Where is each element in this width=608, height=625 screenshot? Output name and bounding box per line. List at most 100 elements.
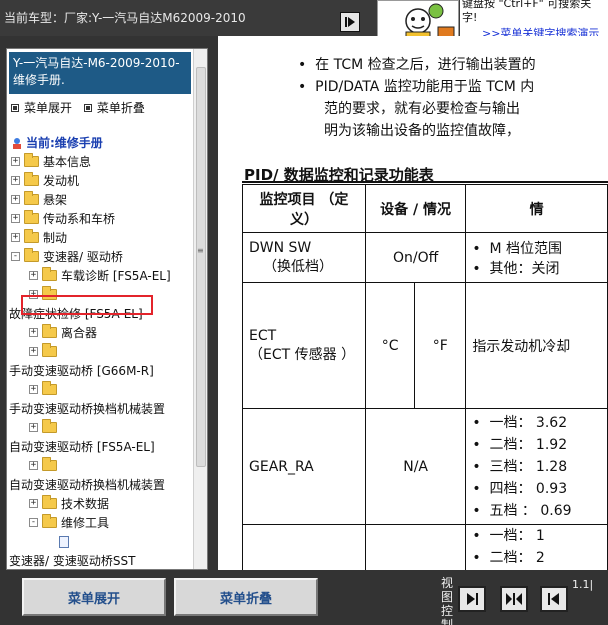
- bottom-bar: 菜单展开 菜单折叠 视图控制 1.1|: [0, 570, 608, 625]
- sidebar-scrollbar[interactable]: ≡: [193, 49, 207, 569]
- ect-definition: （ECT 传感器 ）: [249, 346, 356, 363]
- tree-current-node[interactable]: 当前:维修手册: [11, 133, 103, 152]
- collapse-minus-icon[interactable]: -: [29, 518, 38, 527]
- content-bullet: • PID/DATA 监控功能用于监 TCM 内: [298, 79, 535, 95]
- nav-forward-button[interactable]: [340, 12, 360, 32]
- version-label: 1.1|: [572, 578, 594, 591]
- tree-item[interactable]: - 维修工具: [29, 513, 109, 532]
- folder-icon: [24, 172, 39, 186]
- section-underline: [242, 181, 608, 183]
- view-split-button[interactable]: [500, 586, 528, 612]
- expand-menu-button[interactable]: 菜单展开: [22, 578, 166, 616]
- folder-icon: [42, 495, 57, 509]
- expand-plus-icon[interactable]: +: [29, 385, 38, 394]
- app-window: 当前车型：厂家:Y-一汽马自达M62009-2010 键盘按 "Ctrl+F" …: [0, 0, 608, 625]
- split-arrows-icon: [506, 593, 522, 605]
- row-last-item: [242, 524, 366, 570]
- expand-plus-icon[interactable]: +: [29, 271, 38, 280]
- tree-item[interactable]: +: [29, 456, 61, 475]
- folder-open-icon: [24, 248, 39, 262]
- tree-item-label: 变速器/ 变速驱动桥SST: [9, 554, 136, 568]
- expand-plus-icon[interactable]: +: [29, 328, 38, 337]
- tree-item-document[interactable]: [59, 532, 69, 551]
- tree-item[interactable]: + 悬架: [11, 190, 67, 209]
- gear-unit: N/A: [364, 408, 467, 525]
- arrow-right-bar-icon: [467, 593, 478, 605]
- ect-unit-c: °C: [364, 282, 416, 409]
- folder-icon: [24, 229, 39, 243]
- collapse-menu-button[interactable]: 菜单折叠: [174, 578, 318, 616]
- expand-plus-icon[interactable]: +: [29, 347, 38, 356]
- tree-item[interactable]: + 离合器: [29, 323, 97, 342]
- dwn-name: DWN SW: [249, 239, 312, 256]
- bullet-text: PID/DATA 监控功能用于监 TCM 内: [315, 79, 535, 95]
- dwn-unit: On/Off: [364, 232, 467, 283]
- tree-item-label: 车载诊断 [FS5A-EL]: [61, 269, 171, 283]
- tree-item[interactable]: 手动变速驱动桥 [G66M-R]: [9, 361, 154, 380]
- tree-item[interactable]: +: [29, 380, 61, 399]
- tree-item-label: 悬架: [43, 193, 68, 207]
- folder-icon: [42, 267, 57, 281]
- tree-item[interactable]: + 制动: [11, 228, 67, 247]
- tree-item[interactable]: + 发动机: [11, 171, 79, 190]
- tree-item-transmission[interactable]: - 变速器/ 驱动桥: [11, 247, 123, 266]
- view-left-button[interactable]: [540, 586, 568, 612]
- bullet-continuation: 范的要求，就有必要检查与输出: [324, 101, 520, 117]
- tree-item[interactable]: +: [29, 418, 61, 437]
- expand-plus-icon[interactable]: +: [11, 176, 20, 185]
- row-last-condition: • 一档： 1 • 二档： 2: [465, 524, 608, 570]
- row-ect-item: ECT （ECT 传感器 ）: [242, 282, 366, 409]
- expand-plus-icon[interactable]: +: [11, 233, 20, 242]
- view-right-button[interactable]: [458, 586, 486, 612]
- hint-text-line2: 字!: [462, 11, 478, 24]
- current-label: 当前:维修手册: [26, 136, 103, 150]
- tree-item-label: 制动: [43, 231, 68, 245]
- expand-plus-icon[interactable]: +: [11, 195, 20, 204]
- folder-icon: [42, 343, 57, 357]
- folder-icon: [42, 457, 57, 471]
- ect-condition: 指示发动机冷却: [465, 282, 608, 409]
- tree-item[interactable]: 自动变速驱动桥换档机械装置: [9, 475, 165, 494]
- sidebar-expand-link[interactable]: 菜单展开: [24, 101, 72, 115]
- sidebar-panel: Y-一汽马自达-M6-2009-2010- 维修手册. 菜单展开 菜单折叠 当前…: [6, 48, 208, 570]
- scrollbar-thumb[interactable]: [196, 67, 206, 467]
- expand-plus-icon[interactable]: +: [29, 461, 38, 470]
- tree-item[interactable]: 手动变速驱动桥换档机械装置: [9, 399, 165, 418]
- tree-item-label: 基本信息: [43, 155, 92, 169]
- condition-text: 二档： 2: [489, 550, 545, 566]
- header-condition: 情: [465, 184, 608, 233]
- collapse-minus-icon[interactable]: -: [11, 252, 20, 261]
- condition-text: M 档位范围: [489, 240, 563, 257]
- tree-item[interactable]: + 技术数据: [29, 494, 109, 513]
- bullet-continuation: 明为该输出设备的监控值故障，: [324, 123, 520, 139]
- tree-item-label: 手动变速驱动桥 [G66M-R]: [9, 364, 154, 378]
- expand-plus-icon[interactable]: +: [11, 214, 20, 223]
- condition-text: 其他：关闭: [489, 260, 560, 277]
- document-content: • 在 TCM 检查之后，进行输出装置的 • PID/DATA 监控功能用于监 …: [218, 36, 608, 570]
- tree-item[interactable]: + 基本信息: [11, 152, 91, 171]
- expand-plus-icon[interactable]: +: [29, 499, 38, 508]
- sidebar-collapse-link[interactable]: 菜单折叠: [97, 101, 145, 115]
- tree-item[interactable]: + 车载诊断 [FS5A-EL]: [29, 266, 171, 285]
- tree-item-label: 发动机: [43, 174, 80, 188]
- expand-plus-icon[interactable]: +: [11, 157, 20, 166]
- tree-item[interactable]: 变速器/ 变速驱动桥SST: [9, 551, 136, 569]
- tree-item-label: 手动变速驱动桥换档机械装置: [9, 402, 166, 416]
- row-last-unit: [364, 524, 467, 570]
- tree-item-label: 传动系和车桥: [43, 212, 116, 226]
- tree-item-label: 离合器: [61, 326, 98, 340]
- tree-item[interactable]: 自动变速驱动桥 [FS5A-EL]: [9, 437, 155, 456]
- condition-text: 一档： 3.62: [489, 414, 568, 431]
- tree-item[interactable]: +: [29, 342, 61, 361]
- tree-item[interactable]: + 传动系和车桥: [11, 209, 115, 228]
- condition-text: 四档： 0.93: [489, 480, 568, 497]
- ect-name: ECT: [249, 327, 277, 344]
- dwn-definition: （换低档）: [263, 258, 333, 275]
- gear-name: GEAR_RA: [242, 408, 366, 525]
- condition-text: 五档 ： 0.69: [489, 502, 572, 519]
- collapse-square-icon: [83, 104, 92, 112]
- document-icon: [59, 535, 69, 548]
- condition-text: 一档： 1: [489, 528, 545, 544]
- tree-item-label: 维修工具: [61, 516, 110, 530]
- expand-plus-icon[interactable]: +: [29, 423, 38, 432]
